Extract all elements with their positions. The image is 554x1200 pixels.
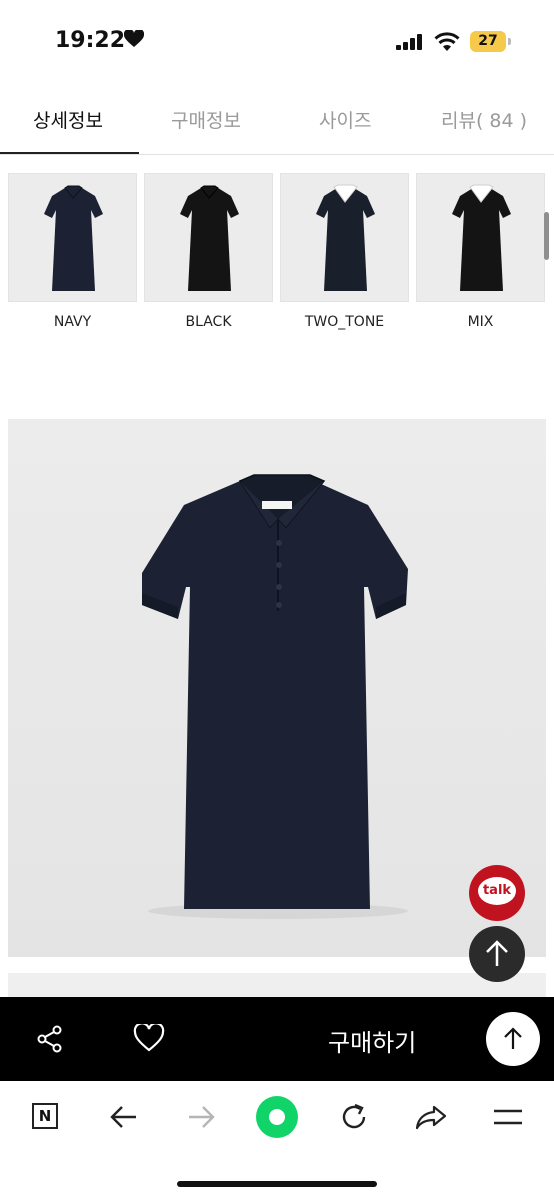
dress-two-tone-image [316,184,375,291]
kakao-talk-button[interactable]: talk [469,865,525,921]
dress-black-image [180,185,239,291]
wishlist-heart-icon[interactable] [133,1024,165,1052]
menu-icon[interactable] [492,1099,524,1135]
arrow-up-icon [504,1027,522,1049]
battery-nub [508,38,511,45]
buy-button[interactable]: 구매하기 [328,1023,416,1058]
arrow-up-icon [486,940,508,966]
color-thumb-black[interactable] [144,173,273,302]
back-arrow-icon[interactable] [108,1099,140,1135]
purchase-bar: 구매하기 [0,997,554,1081]
color-label-black: BLACK [185,314,232,330]
tab-reviews[interactable]: 리뷰( 84 ) [441,106,527,133]
color-label-two-tone: TWO_TONE [304,314,385,330]
tab-size[interactable]: 사이즈 [319,106,371,133]
status-bar: 19:22 27 [0,0,554,86]
active-tab-indicator [0,152,139,154]
color-thumb-mix[interactable] [416,173,545,302]
color-label-navy: NAVY [53,314,92,330]
share-icon[interactable] [36,1025,64,1053]
wifi-icon [434,32,460,51]
scroll-top-button-bar[interactable] [486,1012,540,1066]
navy-polo-dress-image [8,419,546,957]
home-indicator [177,1181,377,1187]
refresh-icon[interactable] [338,1099,370,1135]
green-dot-icon[interactable] [256,1096,298,1138]
dress-navy-image [44,185,103,291]
detail-tabs: 상세정보 구매정보 사이즈 리뷰( 84 ) [0,86,554,155]
dress-mix-image [452,184,511,291]
product-main-image [8,419,546,957]
share-arrow-icon[interactable] [414,1099,448,1135]
battery-indicator: 27 [470,31,506,52]
talk-bubble-icon: talk [478,877,516,905]
forward-arrow-icon[interactable] [185,1099,217,1135]
color-label-mix: MIX [467,314,494,330]
status-time: 19:22 [55,28,126,53]
heart-icon [124,30,144,47]
naver-home-icon[interactable]: N [32,1103,58,1129]
signal-icon [396,34,422,50]
page-scrollbar[interactable] [544,212,549,260]
tab-detail-info[interactable]: 상세정보 [33,106,103,133]
tab-purchase-info[interactable]: 구매정보 [171,106,241,133]
color-thumb-navy[interactable] [8,173,137,302]
color-thumb-two-tone[interactable] [280,173,409,302]
scroll-top-button[interactable] [469,926,525,982]
